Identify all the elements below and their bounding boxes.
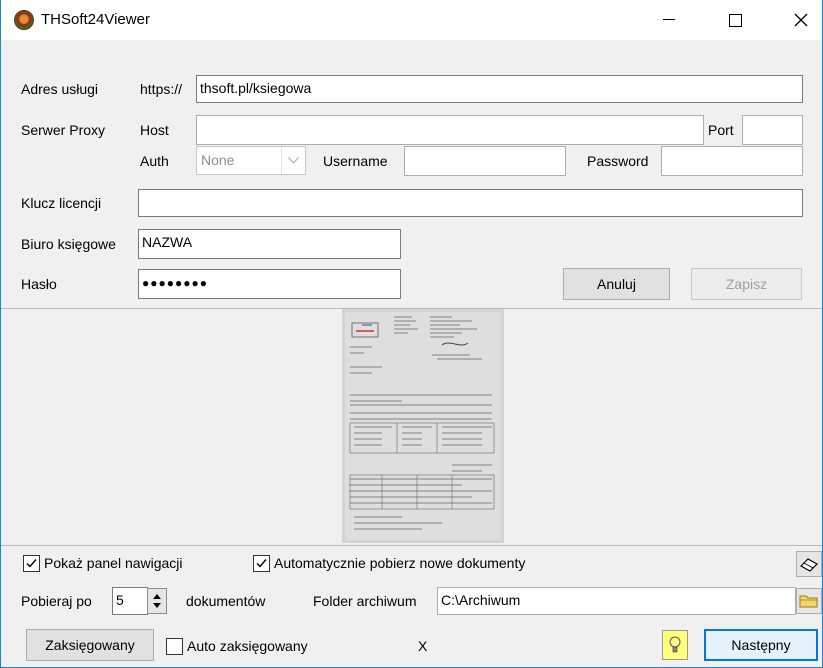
proxy-username-label: Username <box>323 153 388 169</box>
hint-button[interactable] <box>662 630 688 660</box>
license-label: Klucz licencji <box>21 195 102 211</box>
cancel-button[interactable]: Anuluj <box>563 268 670 300</box>
auto-download-label[interactable]: Automatycznie pobierz nowe dokumenty <box>274 555 525 571</box>
office-label: Biuro księgowe <box>21 236 116 252</box>
service-address-label: Adres usługi <box>21 81 99 97</box>
proxy-password-input[interactable] <box>661 146 803 176</box>
proxy-host-input[interactable] <box>196 115 704 145</box>
close-button[interactable] <box>778 0 823 40</box>
office-input[interactable]: NAZWA <box>138 229 401 259</box>
show-nav-label[interactable]: Pokaż panel nawigacji <box>44 555 183 571</box>
proxy-auth-label: Auth <box>140 153 169 169</box>
archive-folder-input[interactable]: C:\Archiwum <box>437 587 796 615</box>
maximize-button[interactable] <box>712 0 758 40</box>
folder-icon <box>799 595 818 608</box>
proxy-port-label: Port <box>708 122 734 138</box>
proxy-auth-value: None <box>201 152 235 168</box>
checkmark-icon <box>256 559 267 568</box>
chevron-down-icon[interactable] <box>281 147 305 174</box>
next-button[interactable]: Następny <box>704 629 818 661</box>
title-bar: THSoft24Viewer <box>1 0 822 40</box>
app-logo-icon <box>14 10 34 30</box>
document-preview-panel <box>1 308 822 545</box>
checkmark-icon <box>26 559 37 568</box>
eraser-icon <box>800 558 818 572</box>
license-input[interactable] <box>138 189 803 217</box>
service-prefix: https:// <box>140 81 183 97</box>
proxy-label: Serwer Proxy <box>21 122 106 138</box>
fetch-suffix: dokumentów <box>186 593 266 609</box>
app-window: THSoft24Viewer Adres usługi https:// ths… <box>0 0 823 668</box>
proxy-username-input[interactable] <box>404 146 566 176</box>
fetch-count-input[interactable]: 5 <box>112 587 148 615</box>
next-button-label: Następny <box>731 637 791 653</box>
booked-button[interactable]: Zaksięgowany <box>26 629 154 661</box>
auto-book-label[interactable]: Auto zaksięgowany <box>187 638 308 654</box>
lightbulb-icon <box>669 636 681 653</box>
status-x: X <box>418 638 428 654</box>
minimize-button[interactable] <box>646 0 692 40</box>
minimize-icon <box>663 19 675 20</box>
service-address-input[interactable]: thsoft.pl/ksiegowa <box>196 75 803 103</box>
fetch-count-stepper[interactable] <box>147 588 167 614</box>
fetch-label: Pobieraj po <box>21 593 92 609</box>
proxy-password-label: Password <box>587 153 649 169</box>
document-thumbnail <box>342 309 504 543</box>
booked-button-label: Zaksięgowany <box>45 637 135 653</box>
spin-arrows-icon <box>153 594 161 608</box>
show-nav-checkbox[interactable] <box>23 555 40 572</box>
divider <box>1 545 822 546</box>
auto-download-checkbox[interactable] <box>253 555 270 572</box>
auto-book-checkbox[interactable] <box>166 638 183 655</box>
window-title: THSoft24Viewer <box>41 11 150 28</box>
proxy-auth-select[interactable]: None <box>196 146 306 175</box>
proxy-port-input[interactable] <box>742 115 803 145</box>
password-label: Hasło <box>21 276 57 292</box>
close-icon <box>794 13 808 27</box>
browse-folder-button[interactable] <box>796 588 822 614</box>
maximize-icon <box>728 13 742 27</box>
eraser-button[interactable] <box>796 551 822 577</box>
archive-label: Folder archiwum <box>313 593 417 609</box>
password-input[interactable]: ●●●●●●●● <box>138 269 401 299</box>
proxy-host-label: Host <box>140 122 169 138</box>
save-button[interactable]: Zapisz <box>691 268 802 300</box>
